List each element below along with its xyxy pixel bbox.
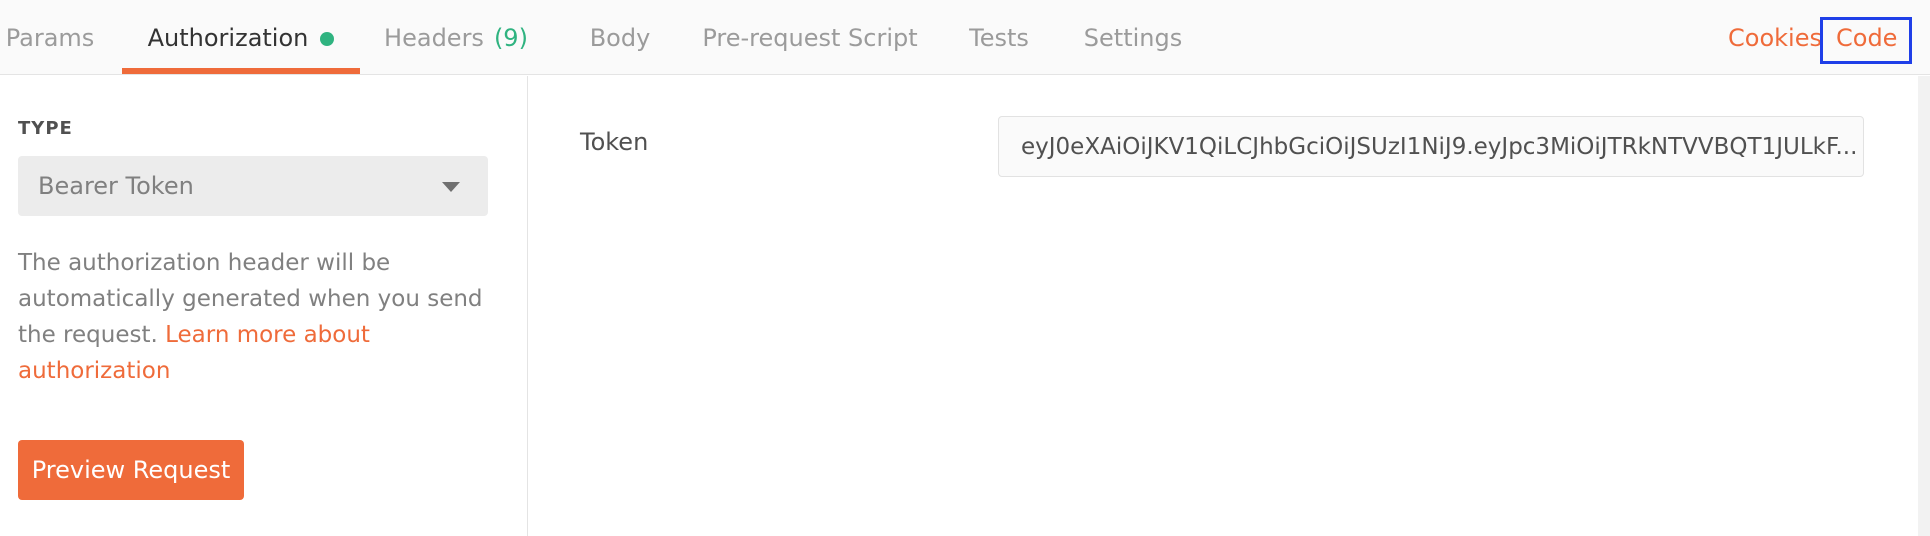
tab-pre-request-script-label: Pre-request Script: [702, 23, 918, 52]
auth-help-text: The authorization header will be automat…: [18, 245, 488, 389]
tab-tests[interactable]: Tests: [962, 0, 1036, 75]
tab-body[interactable]: Body: [580, 0, 660, 75]
auth-status-dot-icon: [320, 31, 335, 46]
vertical-scrollbar[interactable]: [1918, 76, 1930, 536]
request-tab-bar: Params Authorization Headers (9) Body Pr…: [0, 0, 1930, 75]
tab-params[interactable]: Params: [0, 0, 100, 75]
code-link-highlight: [1820, 17, 1912, 64]
auth-type-selected-value: Bearer Token: [38, 172, 194, 200]
preview-request-button[interactable]: Preview Request: [18, 440, 244, 500]
tab-pre-request-script[interactable]: Pre-request Script: [702, 0, 918, 75]
tab-authorization[interactable]: Authorization: [122, 0, 360, 75]
token-input[interactable]: eyJ0eXAiOiJKV1QiLCJhbGciOiJSUzI1NiJ9.eyJ…: [998, 116, 1864, 177]
auth-type-select[interactable]: Bearer Token: [18, 156, 488, 216]
tab-settings-label: Settings: [1083, 23, 1183, 52]
cookies-link[interactable]: Cookies: [1728, 0, 1822, 75]
tab-params-label: Params: [5, 23, 95, 52]
request-auth-editor: Params Authorization Headers (9) Body Pr…: [0, 0, 1930, 536]
headers-count-badge: (9): [493, 23, 528, 52]
tab-body-label: Body: [589, 23, 651, 52]
token-label: Token: [580, 128, 649, 156]
tab-settings[interactable]: Settings: [1083, 0, 1183, 75]
tab-headers-label: Headers: [384, 23, 484, 52]
tab-authorization-label: Authorization: [147, 23, 309, 52]
active-tab-indicator: [122, 68, 360, 74]
auth-type-label: TYPE: [18, 118, 73, 139]
chevron-down-icon: [442, 182, 460, 192]
tab-headers[interactable]: Headers (9): [382, 0, 530, 75]
auth-type-panel: TYPE Bearer Token The authorization head…: [0, 76, 528, 536]
tab-tests-label: Tests: [969, 23, 1029, 52]
